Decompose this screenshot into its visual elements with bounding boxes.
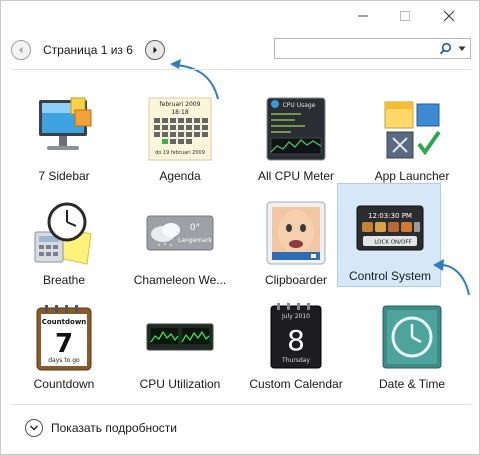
gadget-label: Agenda: [159, 169, 201, 183]
gadget-app-launcher[interactable]: App Launcher: [359, 83, 463, 187]
svg-text:July 2010: July 2010: [281, 313, 310, 320]
svg-text:CPU Usage: CPU Usage: [283, 102, 316, 109]
gadget-breathe[interactable]: Breathe: [11, 187, 115, 291]
previous-page-button[interactable]: [11, 40, 31, 60]
app-launcher-icon: [384, 101, 441, 159]
bottom-divider: [11, 404, 471, 405]
gadget-label: 7 Sidebar: [38, 169, 90, 183]
search-icon[interactable]: [439, 42, 452, 55]
clipboarder-icon: [266, 201, 326, 265]
cpu-utilization-icon: [146, 323, 214, 351]
chevron-down-icon: [30, 425, 38, 431]
chevron-right-icon: [153, 46, 157, 54]
close-icon: [443, 10, 455, 22]
svg-text:18:18: 18:18: [171, 109, 188, 116]
breathe-icon: [34, 202, 92, 265]
page-indicator: Страница 1 из 6: [43, 43, 133, 57]
countdown-icon: Countdown 7 days to go: [36, 305, 92, 371]
maximize-icon: [400, 11, 410, 21]
svg-text:0°: 0°: [190, 223, 200, 233]
monitor-sidebar-icon: [39, 97, 92, 150]
svg-text:februari 2009: februari 2009: [160, 101, 201, 108]
annotation-arrow-right: [433, 259, 470, 296]
gadget-cpu-utilization[interactable]: CPU Utilization: [127, 291, 231, 395]
weather-icon: 0° Langemark: [146, 215, 214, 251]
gadget-7-sidebar[interactable]: 7 Sidebar: [11, 83, 115, 187]
date-time-icon: [382, 305, 442, 369]
caret-down-icon[interactable]: [458, 46, 466, 52]
svg-text:7: 7: [55, 329, 73, 359]
gadget-countdown[interactable]: Countdown 7 days to go Countdown: [11, 291, 115, 395]
gadget-grid: 7 Sidebar februari 2009 18:18 do 19 febr…: [11, 73, 471, 393]
search-input[interactable]: [274, 38, 471, 59]
cpu-meter-icon: CPU Usage: [266, 97, 326, 161]
gadget-agenda[interactable]: februari 2009 18:18 do 19 februari 2009 …: [127, 83, 231, 187]
control-system-icon: 12:03:30 PM LOCK ON/OFF: [356, 205, 424, 251]
gadget-label: Date & Time: [378, 377, 446, 391]
gadget-label: App Launcher: [374, 169, 450, 183]
svg-text:do 19 februari 2009: do 19 februari 2009: [155, 150, 205, 156]
minimize-button[interactable]: [349, 5, 377, 27]
page-navigator: Страница 1 из 6: [11, 37, 165, 63]
minimize-icon: [358, 15, 368, 17]
gadget-date-time[interactable]: Date & Time: [359, 291, 463, 395]
gadgets-window: Страница 1 из 6 7 Sidebar februari 2009 …: [0, 0, 480, 455]
show-details-toggle[interactable]: Показать подробности: [25, 419, 177, 437]
gadget-label: All CPU Meter: [257, 169, 334, 183]
show-details-label: Показать подробности: [51, 421, 177, 435]
gadget-control-system[interactable]: 12:03:30 PM LOCK ON/OFF Control System: [337, 183, 441, 287]
chevron-down-circle-icon[interactable]: [25, 419, 43, 437]
close-button[interactable]: [435, 5, 463, 27]
next-page-button[interactable]: [144, 40, 165, 60]
chevron-left-icon: [19, 46, 23, 54]
custom-calendar-icon: July 2010 8 Thursday: [270, 303, 322, 369]
svg-text:12:03:30 PM: 12:03:30 PM: [368, 212, 412, 220]
svg-text:days to go: days to go: [48, 357, 80, 364]
gadget-custom-calendar[interactable]: July 2010 8 Thursday Custom Calendar: [243, 291, 347, 395]
svg-text:Thursday: Thursday: [281, 357, 310, 364]
gadget-label: Countdown: [33, 377, 95, 391]
svg-text:Countdown: Countdown: [42, 318, 87, 326]
gadget-label: Breathe: [42, 273, 86, 287]
calendar-agenda-icon: februari 2009 18:18 do 19 februari 2009: [148, 97, 212, 161]
gadget-label: CPU Utilization: [139, 377, 221, 391]
gadget-chameleon-weather[interactable]: 0° Langemark Chameleon We...: [127, 187, 231, 291]
svg-text:Langemark: Langemark: [178, 237, 212, 244]
maximize-button[interactable]: [391, 5, 419, 27]
gadget-label: Custom Calendar: [249, 377, 343, 391]
top-divider: [11, 69, 471, 70]
svg-text:LOCK ON/OFF: LOCK ON/OFF: [374, 240, 411, 246]
gadget-label: Chameleon We...: [133, 273, 227, 287]
title-bar: [1, 1, 479, 31]
svg-text:8: 8: [287, 324, 305, 357]
gadget-all-cpu-meter[interactable]: CPU Usage All CPU Meter: [243, 83, 347, 187]
